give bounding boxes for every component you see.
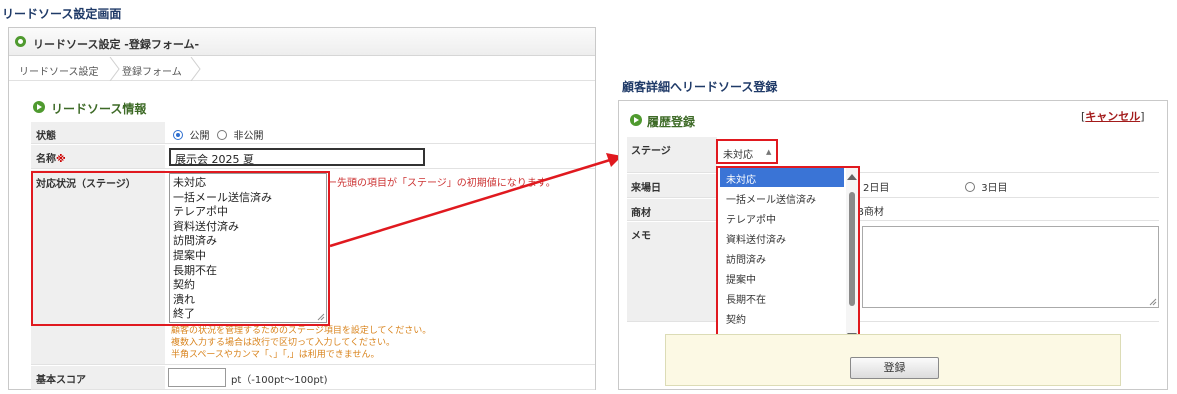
- score-input[interactable]: [168, 368, 226, 387]
- dropdown-option[interactable]: 資料送付済み: [720, 228, 844, 247]
- scroll-up-icon[interactable]: [847, 174, 857, 180]
- cancel-link[interactable]: キャンセル: [1085, 110, 1140, 123]
- breadcrumb-separator-icon: [190, 57, 201, 81]
- stage-hint: 顧客の状況を管理するためのステージ項目を設定してください。: [171, 326, 432, 336]
- panel-title: リードソース設定 -登録フォーム-: [33, 38, 200, 51]
- stage-label: ステージ: [627, 137, 717, 173]
- visit-day-option[interactable]: 2日目: [863, 179, 889, 194]
- memo-label: メモ: [627, 222, 717, 322]
- dropdown-option[interactable]: 長期不在: [720, 288, 844, 307]
- section-arrow-icon: [630, 114, 642, 126]
- dropdown-option[interactable]: 未対応: [720, 168, 844, 187]
- dropdown-option[interactable]: 一括メール送信済み: [720, 188, 844, 207]
- breadcrumb-item-form: 登録フォーム: [122, 67, 182, 78]
- score-label: 基本スコア: [31, 366, 165, 390]
- status-label: 状態: [31, 122, 165, 144]
- stage-dropdown-list: 未対応 一括メール送信済み テレアポ中 資料送付済み 訪問済み 提案中 長期不在…: [716, 166, 860, 348]
- resize-handle-icon[interactable]: [1149, 298, 1157, 306]
- status-public-label: 公開: [189, 131, 210, 142]
- dropdown-option[interactable]: 訪問済み: [720, 248, 844, 267]
- visit-day-option[interactable]: 3日目: [965, 179, 1008, 194]
- status-public-option[interactable]: 公開: [173, 127, 210, 142]
- status-private-label: 非公開: [233, 131, 264, 142]
- panel-header: リードソース設定 -登録フォーム-: [9, 28, 595, 56]
- select-arrow-icon: ▲: [766, 148, 772, 156]
- section-title: リードソース情報: [51, 102, 147, 116]
- status-private-option[interactable]: 非公開: [217, 127, 264, 142]
- score-field-row: pt（-100pt〜100pt): [165, 366, 595, 390]
- score-unit: pt（-100pt〜100pt): [231, 375, 328, 386]
- stage-hint: 複数入力する場合は改行で区切って入力してください。: [171, 338, 396, 348]
- ring-bullet-icon: [15, 36, 26, 47]
- lead-source-form-panel: リードソース設定 -登録フォーム- リードソース設定 登録フォーム リードソース…: [8, 27, 596, 390]
- breadcrumb: リードソース設定 登録フォーム: [9, 57, 595, 81]
- dropdown-option[interactable]: 提案中: [720, 268, 844, 287]
- breadcrumb-item-lead-source[interactable]: リードソース設定: [19, 63, 99, 78]
- name-label-text: 名称: [36, 154, 56, 165]
- dropdown-scrollbar[interactable]: [846, 168, 858, 346]
- required-mark: ※: [56, 154, 66, 165]
- radio-unchecked-icon[interactable]: [965, 182, 975, 192]
- material-label: 商材: [627, 199, 717, 221]
- page-heading: リードソース設定画面: [2, 7, 122, 21]
- stage-select-value: 未対応: [723, 150, 753, 161]
- name-label: 名称※: [31, 145, 165, 169]
- highlight-box-stage: [31, 171, 330, 326]
- dropdown-option[interactable]: 契約: [720, 308, 844, 327]
- bracket: ]: [1140, 110, 1145, 123]
- register-button[interactable]: 登録: [850, 357, 939, 379]
- dropdown-option[interactable]: テレアポ中: [720, 208, 844, 227]
- material-value: B商材: [857, 207, 884, 218]
- stage-side-note: ー先頭の項目が「ステージ」の初期値になります。: [327, 178, 556, 189]
- visit-day-label: 来場日: [627, 174, 717, 198]
- radio-checked-icon[interactable]: [173, 130, 183, 140]
- right-heading: 顧客詳細へリードソース登録: [622, 80, 778, 94]
- visit-day-option-label: 3日目: [981, 183, 1008, 194]
- panel-title: 履歴登録: [647, 115, 696, 129]
- cancel-link-wrap: [キャンセル]: [1081, 108, 1145, 124]
- stage-hints: 顧客の状況を管理するためのステージ項目を設定してください。 複数入力する場合は改…: [171, 325, 431, 361]
- section-arrow-icon: [33, 101, 45, 113]
- name-input[interactable]: 展示会 2025 夏: [169, 148, 425, 166]
- breadcrumb-separator-icon: [109, 57, 120, 81]
- memo-textarea[interactable]: [862, 226, 1159, 308]
- stage-select[interactable]: 未対応 ▲: [716, 139, 778, 164]
- stage-hint: 半角スペースやカンマ「、」「,」は利用できません。: [171, 350, 380, 360]
- radio-unchecked-icon[interactable]: [217, 130, 227, 140]
- status-field: 公開 非公開: [165, 122, 595, 144]
- scroll-thumb[interactable]: [849, 192, 855, 306]
